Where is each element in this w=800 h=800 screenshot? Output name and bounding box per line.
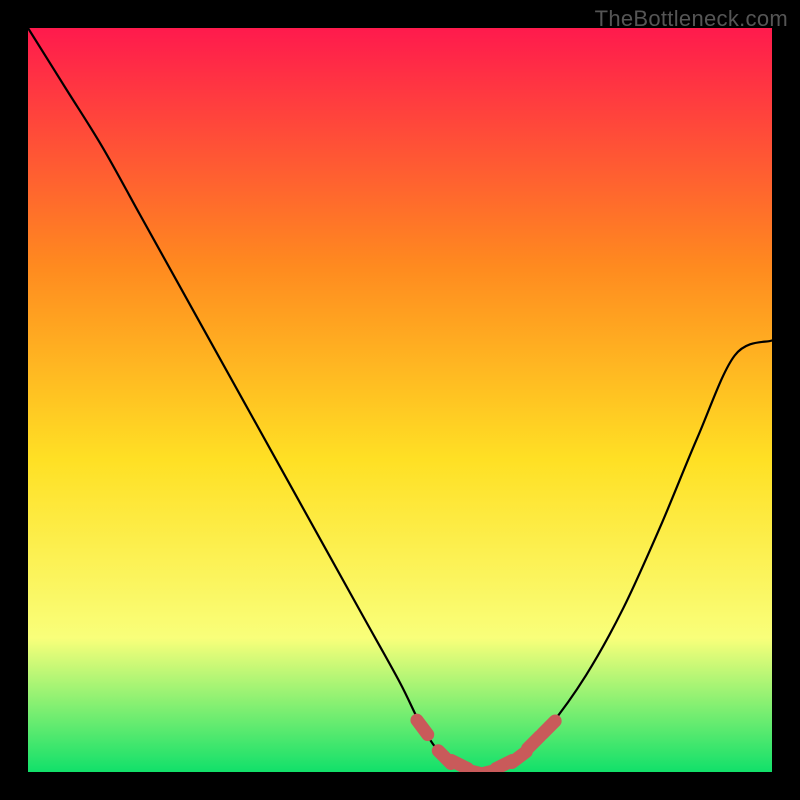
chart-svg — [28, 28, 772, 772]
marker-segment — [417, 720, 428, 734]
plot-area — [28, 28, 772, 772]
heat-background — [28, 28, 772, 772]
marker-segment — [542, 721, 555, 734]
chart-frame: TheBottleneck.com — [0, 0, 800, 800]
watermark-text: TheBottleneck.com — [595, 6, 788, 32]
